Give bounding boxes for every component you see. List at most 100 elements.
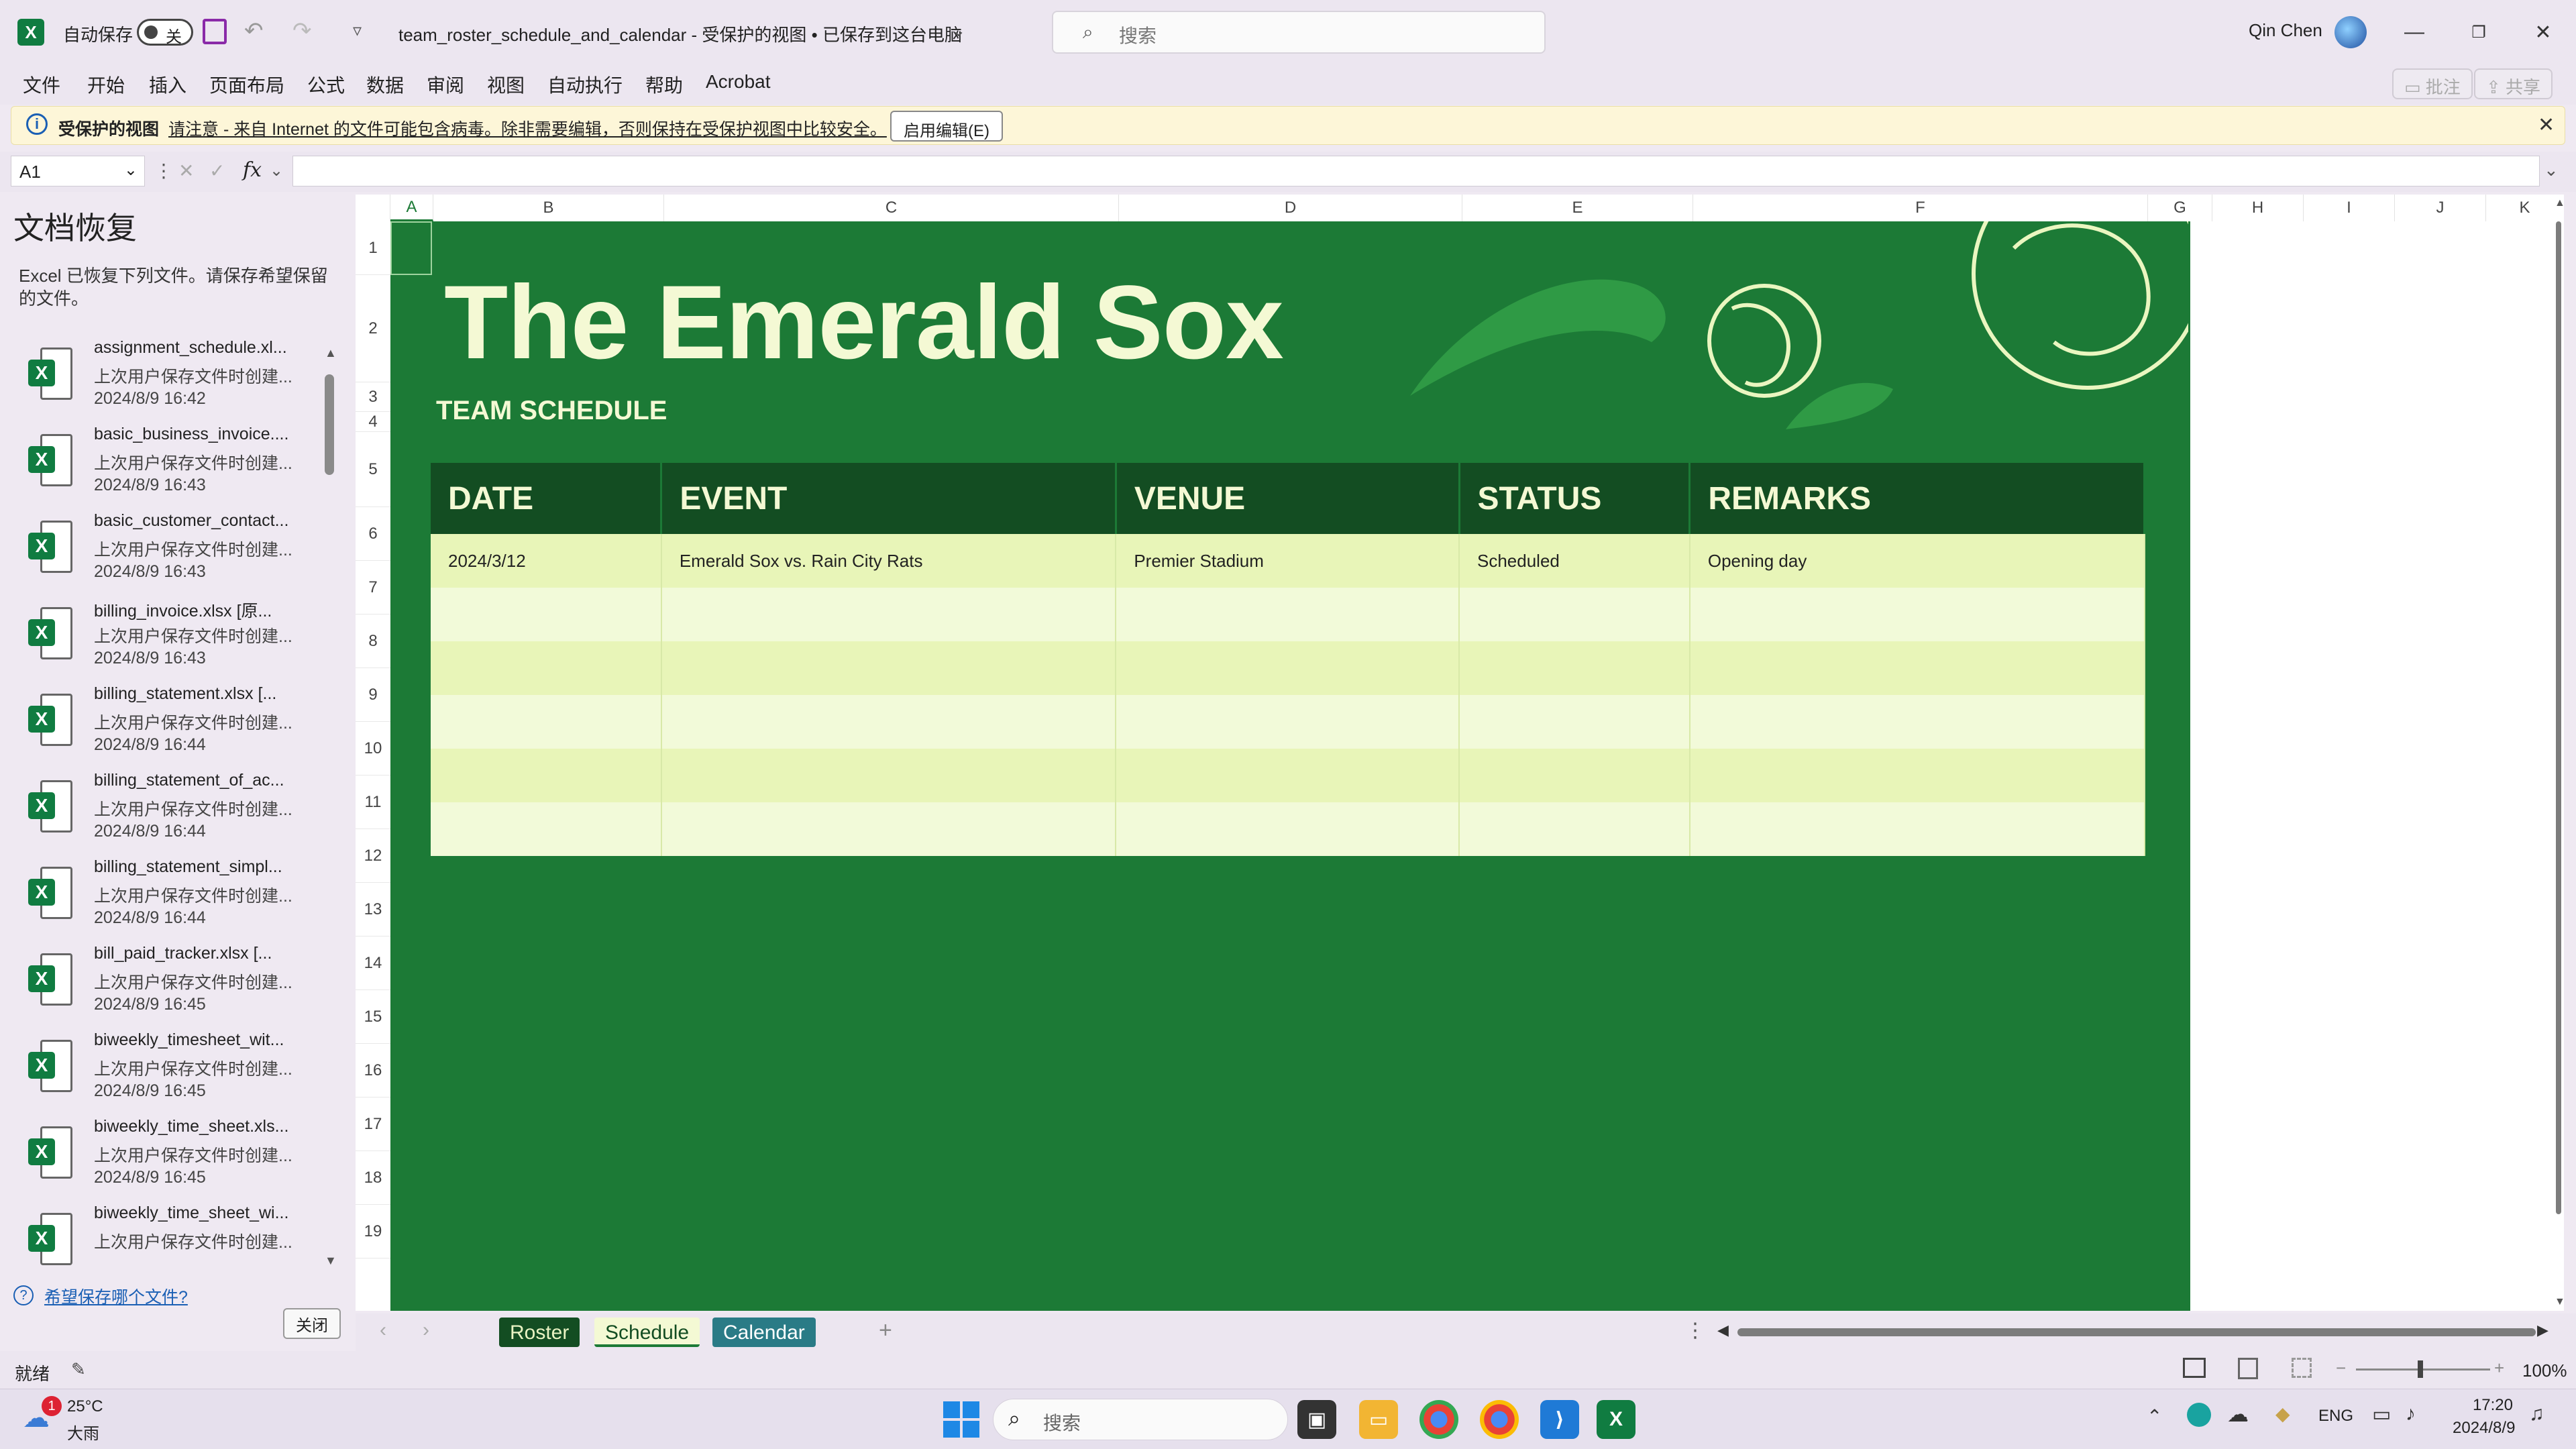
cell-remarks[interactable] xyxy=(1689,641,2145,695)
chevron-down-icon[interactable]: ⌄ xyxy=(270,161,283,180)
cell-status[interactable] xyxy=(1459,749,1690,802)
select-all-corner[interactable] xyxy=(356,195,390,221)
name-box[interactable]: A1 ⌄ xyxy=(11,156,145,186)
expand-formula-icon[interactable]: ⌄ xyxy=(2544,160,2559,180)
row-header[interactable]: 9 xyxy=(356,668,390,722)
recovery-file-item[interactable]: Xassignment_schedule.xl... 上次用户保存文件时创建...… xyxy=(24,335,313,421)
network-icon[interactable]: ▭ xyxy=(2372,1403,2391,1426)
cell-status[interactable] xyxy=(1459,695,1690,749)
column-header[interactable]: D xyxy=(1119,195,1462,221)
column-header[interactable]: G xyxy=(2148,195,2212,221)
volume-icon[interactable]: ♪ xyxy=(2406,1403,2416,1426)
edge-icon[interactable] xyxy=(2187,1403,2211,1427)
cell-event[interactable] xyxy=(661,802,1117,856)
cell-venue[interactable] xyxy=(1116,749,1460,802)
header-status[interactable]: STATUS xyxy=(1459,463,1691,534)
row-header[interactable]: 4 xyxy=(356,412,390,432)
prev-sheet-icon[interactable]: ‹ xyxy=(380,1319,386,1342)
insert-function-icon[interactable]: fx xyxy=(243,158,262,182)
page-layout-view-icon[interactable] xyxy=(2238,1358,2258,1379)
recovery-file-item[interactable]: Xbilling_statement_simpl... 上次用户保存文件时创建..… xyxy=(24,855,313,941)
chrome-icon[interactable] xyxy=(1419,1400,1458,1439)
cell-venue[interactable] xyxy=(1116,802,1460,856)
cell-remarks[interactable] xyxy=(1689,588,2145,641)
row-header[interactable]: 17 xyxy=(356,1097,390,1151)
horizontal-scroll-thumb[interactable] xyxy=(1737,1328,2536,1336)
header-venue[interactable]: VENUE xyxy=(1116,463,1460,534)
recovery-scrollbar[interactable]: ▲ ▼ xyxy=(325,346,337,1268)
zoom-slider-track[interactable] xyxy=(2356,1368,2490,1371)
selected-cell-a1[interactable] xyxy=(390,221,432,275)
cell-venue[interactable] xyxy=(1116,695,1460,749)
undo-icon[interactable]: ↶ xyxy=(244,17,264,44)
row-header[interactable]: 6 xyxy=(356,507,390,561)
cancel-icon[interactable]: ✕ xyxy=(178,160,194,182)
title-search-box[interactable]: ⌕ 搜索 xyxy=(1052,11,1546,54)
page-break-view-icon[interactable] xyxy=(2292,1358,2312,1378)
row-header[interactable]: 5 xyxy=(356,432,390,507)
scroll-thumb[interactable] xyxy=(325,374,334,475)
scroll-down-icon[interactable]: ▼ xyxy=(325,1254,337,1268)
scroll-up-icon[interactable]: ▲ xyxy=(2555,197,2565,209)
chrome-profile-icon[interactable] xyxy=(1480,1400,1519,1439)
column-header[interactable]: J xyxy=(2395,195,2486,221)
recovery-file-item[interactable]: Xbill_paid_tracker.xlsx [... 上次用户保存文件时创建.… xyxy=(24,941,313,1027)
cell-remarks[interactable]: Opening day xyxy=(1689,534,2145,588)
row-header[interactable]: 8 xyxy=(356,614,390,668)
column-header[interactable]: I xyxy=(2304,195,2395,221)
cell-event[interactable]: Emerald Sox vs. Rain City Rats xyxy=(661,534,1117,588)
cell-remarks[interactable] xyxy=(1689,802,2145,856)
column-header[interactable]: B xyxy=(433,195,664,221)
onedrive-icon[interactable]: ☁ xyxy=(2227,1401,2249,1427)
autosave-toggle[interactable]: 关 xyxy=(137,19,193,46)
notification-bell-icon[interactable]: ♫ xyxy=(2529,1403,2544,1426)
cell-status[interactable] xyxy=(1459,802,1690,856)
scroll-right-icon[interactable]: ▶ xyxy=(2537,1322,2548,1339)
recovery-file-item[interactable]: Xbiweekly_timesheet_wit... 上次用户保存文件时创建...… xyxy=(24,1028,313,1114)
accessibility-icon[interactable]: ✎ xyxy=(71,1359,86,1380)
cell-remarks[interactable] xyxy=(1689,695,2145,749)
header-date[interactable]: DATE xyxy=(431,463,663,534)
windows-start-icon[interactable] xyxy=(943,1401,979,1438)
tab-roster[interactable]: Roster xyxy=(499,1318,580,1347)
zoom-out-icon[interactable]: − xyxy=(2336,1358,2346,1379)
recovery-close-button[interactable]: 关闭 xyxy=(283,1308,341,1339)
recovery-file-item[interactable]: Xbilling_invoice.xlsx [原... 上次用户保存文件时创建..… xyxy=(24,595,313,681)
menu-help[interactable]: 帮助 xyxy=(645,71,683,98)
header-event[interactable]: EVENT xyxy=(661,463,1117,534)
column-header[interactable]: A xyxy=(390,195,433,221)
column-header[interactable]: C xyxy=(664,195,1119,221)
menu-insert[interactable]: 插入 xyxy=(149,71,186,98)
row-header[interactable]: 18 xyxy=(356,1151,390,1205)
menu-view[interactable]: 视图 xyxy=(487,71,525,98)
column-header[interactable]: F xyxy=(1693,195,2148,221)
document-title[interactable]: team_roster_schedule_and_calendar - 受保护的… xyxy=(398,21,962,46)
cell-remarks[interactable] xyxy=(1689,749,2145,802)
restore-button[interactable]: ❐ xyxy=(2449,13,2509,51)
recovery-file-item[interactable]: Xbiweekly_time_sheet_wi... 上次用户保存文件时创建... xyxy=(24,1201,313,1268)
vscode-icon[interactable]: ⟩ xyxy=(1540,1400,1579,1439)
add-sheet-icon[interactable]: + xyxy=(879,1318,892,1344)
cell-status[interactable] xyxy=(1459,641,1690,695)
enter-icon[interactable]: ✓ xyxy=(209,160,225,182)
scroll-up-icon[interactable]: ▲ xyxy=(325,346,337,360)
recovery-file-item[interactable]: Xbilling_statement_of_ac... 上次用户保存文件时创建..… xyxy=(24,768,313,854)
next-sheet-icon[interactable]: › xyxy=(423,1319,429,1342)
app-tray-icon[interactable]: ◆ xyxy=(2275,1403,2290,1425)
share-button[interactable]: ⇪ 共享 xyxy=(2474,68,2553,99)
zoom-slider-thumb[interactable] xyxy=(2418,1360,2423,1378)
cell-event[interactable] xyxy=(661,749,1117,802)
task-view-icon[interactable]: ▣ xyxy=(1297,1400,1336,1439)
avatar[interactable] xyxy=(2334,16,2367,48)
zoom-in-icon[interactable]: + xyxy=(2494,1358,2504,1379)
row-header[interactable]: 16 xyxy=(356,1044,390,1097)
language-indicator[interactable]: ENG xyxy=(2318,1407,2353,1426)
taskbar-search[interactable]: ⌕ 搜索 xyxy=(993,1399,1288,1440)
comments-button[interactable]: ▭ 批注 xyxy=(2392,68,2473,99)
cell-date[interactable] xyxy=(431,802,662,856)
protected-view-message[interactable]: 请注意 - 来自 Internet 的文件可能包含病毒。除非需要编辑，否则保持在… xyxy=(168,116,887,140)
row-header[interactable]: 19 xyxy=(356,1205,390,1258)
menu-file[interactable]: 文件 xyxy=(23,71,60,98)
close-bar-icon[interactable]: ✕ xyxy=(2538,113,2555,137)
tab-schedule[interactable]: Schedule xyxy=(594,1318,700,1347)
